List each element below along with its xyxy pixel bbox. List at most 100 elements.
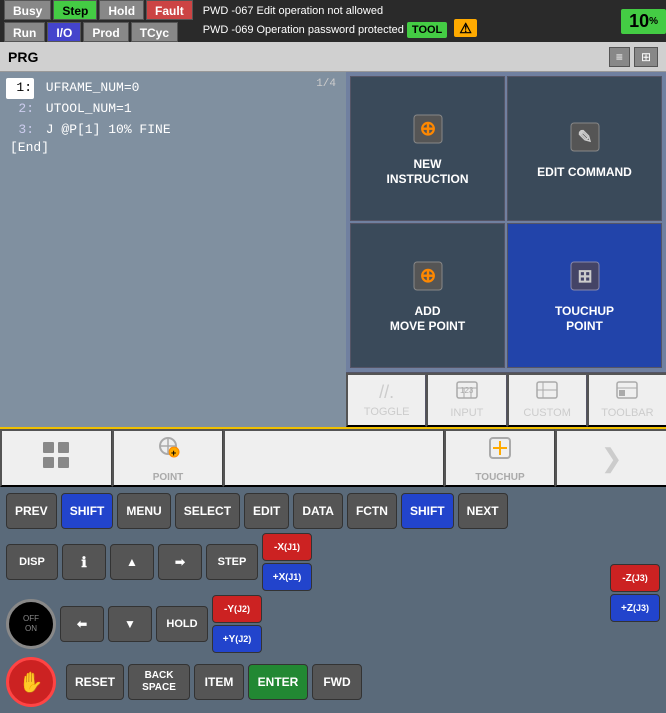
toggle-label: TOGGLE <box>364 406 410 418</box>
touchup-point-label: TOUCHUPPOINT <box>555 304 614 333</box>
prg-split-icon[interactable]: ⊞ <box>634 47 658 67</box>
edit-button[interactable]: EDIT <box>244 493 289 529</box>
disp-button[interactable]: DISP <box>6 544 58 580</box>
new-instruction-button[interactable]: ⊕ NEWINSTRUCTION <box>350 76 505 221</box>
percent-value: 10 <box>629 11 649 32</box>
input-button[interactable]: 123 INPUT <box>426 373 506 427</box>
prg-title: PRG <box>8 49 609 65</box>
menu-button[interactable]: MENU <box>117 493 170 529</box>
neg-z-button[interactable]: -Z(J3) <box>610 564 660 592</box>
add-move-point-label: ADDMOVE POINT <box>390 304 465 333</box>
busy-button[interactable]: Busy <box>4 0 51 20</box>
status-messages: PWD -067 Edit operation not allowed PWD … <box>197 4 621 39</box>
reset-button[interactable]: RESET <box>66 664 124 700</box>
svg-text:⊞: ⊞ <box>577 266 592 286</box>
custom-button[interactable]: CUSTOM <box>507 373 587 427</box>
emergency-stop-button[interactable]: ✋ <box>6 657 56 707</box>
select-button[interactable]: SELECT <box>175 493 240 529</box>
toolbar-icon <box>616 381 638 404</box>
fwd-button[interactable]: FWD <box>312 664 362 700</box>
point-nav-button[interactable]: + POINT <box>112 429 224 487</box>
code-line-1: 1: UFRAME_NUM=0 <box>6 78 340 99</box>
info-button[interactable]: ℹ <box>62 544 106 580</box>
code-panel: 1/4 1: UFRAME_NUM=0 2: UTOOL_NUM=1 3: J … <box>0 72 346 427</box>
new-instruction-icon: ⊕ <box>410 111 446 153</box>
offon-button[interactable]: OFFON <box>6 599 56 649</box>
custom-icon <box>536 381 558 404</box>
toolbar-button[interactable]: TOOLBAR <box>587 373 666 427</box>
arrow-left-icon: ⬅ <box>77 617 87 631</box>
bottom-nav: + POINT TOUCHUP ❯ <box>0 427 666 487</box>
pos-z-button[interactable]: +Z(J3) <box>610 594 660 622</box>
svg-text:⊕: ⊕ <box>419 265 436 287</box>
step-button[interactable]: Step <box>53 0 97 20</box>
backspace-button[interactable]: BACK SPACE <box>128 664 190 700</box>
arrow-down-button[interactable]: ▼ <box>108 606 152 642</box>
line-num-3: 3: <box>6 120 34 141</box>
toggle-button[interactable]: //. TOGGLE <box>346 373 426 427</box>
arrow-left-button[interactable]: ⬅ <box>60 606 104 642</box>
status-msg-2: PWD -069 Operation password protected TO… <box>203 19 615 39</box>
percent-suffix: % <box>649 16 658 27</box>
svg-text:123: 123 <box>460 386 474 395</box>
prg-menu-icon[interactable]: ≡ <box>609 47 630 67</box>
arrow-right-icon: ➡ <box>175 555 185 569</box>
warn-badge: ⚠ <box>454 19 477 37</box>
io-button[interactable]: I/O <box>47 22 81 42</box>
input-icon: 123 <box>456 381 478 404</box>
status-msg-2-text: PWD -069 Operation password protected <box>203 24 404 36</box>
add-move-point-icon: ⊕ <box>410 258 446 300</box>
prg-icons: ≡ ⊞ <box>609 47 658 67</box>
add-move-point-button[interactable]: ⊕ ADDMOVE POINT <box>350 223 505 368</box>
neg-y-button[interactable]: -Y(J2) <box>212 595 262 623</box>
neg-x-button[interactable]: -X(J1) <box>262 533 312 561</box>
shift-left-button[interactable]: SHIFT <box>61 493 114 529</box>
line-num-1: 1: <box>6 78 34 99</box>
enter-label: ENTER <box>258 675 299 689</box>
custom-label: CUSTOM <box>523 407 570 419</box>
percent-badge: 10% <box>621 9 666 34</box>
shift-right-button[interactable]: SHIFT <box>401 493 454 529</box>
main-area: 1/4 1: UFRAME_NUM=0 2: UTOOL_NUM=1 3: J … <box>0 72 666 427</box>
prev-button[interactable]: PREV <box>6 493 57 529</box>
prg-bar: PRG ≡ ⊞ <box>0 42 666 72</box>
next-nav-button[interactable]: ❯ <box>555 429 666 487</box>
data-button[interactable]: DATA <box>293 493 343 529</box>
svg-text:✎: ✎ <box>577 127 592 147</box>
line-num-2: 2: <box>6 99 34 120</box>
info-icon: ℹ <box>81 554 86 571</box>
tcyc-button[interactable]: TCyc <box>131 22 178 42</box>
hold-button-kb[interactable]: HOLD <box>156 606 208 642</box>
arrow-right-button[interactable]: ➡ <box>158 544 202 580</box>
step-kb-label: STEP <box>218 556 247 568</box>
toggle-icon: //. <box>379 382 394 403</box>
status-bar: Busy Step Hold Fault Run I/O Prod TCyc P… <box>0 0 666 42</box>
prod-button[interactable]: Prod <box>83 22 128 42</box>
touchup-point-button[interactable]: ⊞ TOUCHUPPOINT <box>507 223 662 368</box>
code-end: [End] <box>6 140 340 155</box>
edit-command-button[interactable]: ✎ EDIT COMMAND <box>507 76 662 221</box>
fctn-button[interactable]: FCTN <box>347 493 397 529</box>
action-buttons: ⊕ NEWINSTRUCTION ✎ EDIT COMMAND <box>346 72 666 372</box>
grid-nav-button[interactable] <box>0 429 112 487</box>
pos-x-button[interactable]: +X(J1) <box>262 563 312 591</box>
tool-badge: TOOL <box>407 22 447 38</box>
run-button[interactable]: Run <box>4 22 45 42</box>
touchup-nav-button[interactable]: TOUCHUP <box>444 429 556 487</box>
offon-label: OFFON <box>23 614 39 633</box>
item-label: ITEM <box>205 675 234 689</box>
line-content-3: J @P[1] 10% FINE <box>38 120 171 141</box>
point-nav-label: POINT <box>153 472 184 483</box>
code-line-3: 3: J @P[1] 10% FINE <box>6 120 340 141</box>
enter-button[interactable]: ENTER <box>248 664 308 700</box>
edit-command-label: EDIT COMMAND <box>537 165 632 179</box>
step-button-kb[interactable]: STEP <box>206 544 258 580</box>
touchup-nav-label: TOUCHUP <box>475 472 524 483</box>
arrow-up-button[interactable]: ▲ <box>110 544 154 580</box>
item-button[interactable]: ITEM <box>194 664 244 700</box>
pos-y-button[interactable]: +Y(J2) <box>212 625 262 653</box>
fault-button[interactable]: Fault <box>146 0 193 20</box>
next-button[interactable]: NEXT <box>458 493 508 529</box>
hold-button[interactable]: Hold <box>99 0 144 20</box>
new-instruction-label: NEWINSTRUCTION <box>387 157 469 186</box>
